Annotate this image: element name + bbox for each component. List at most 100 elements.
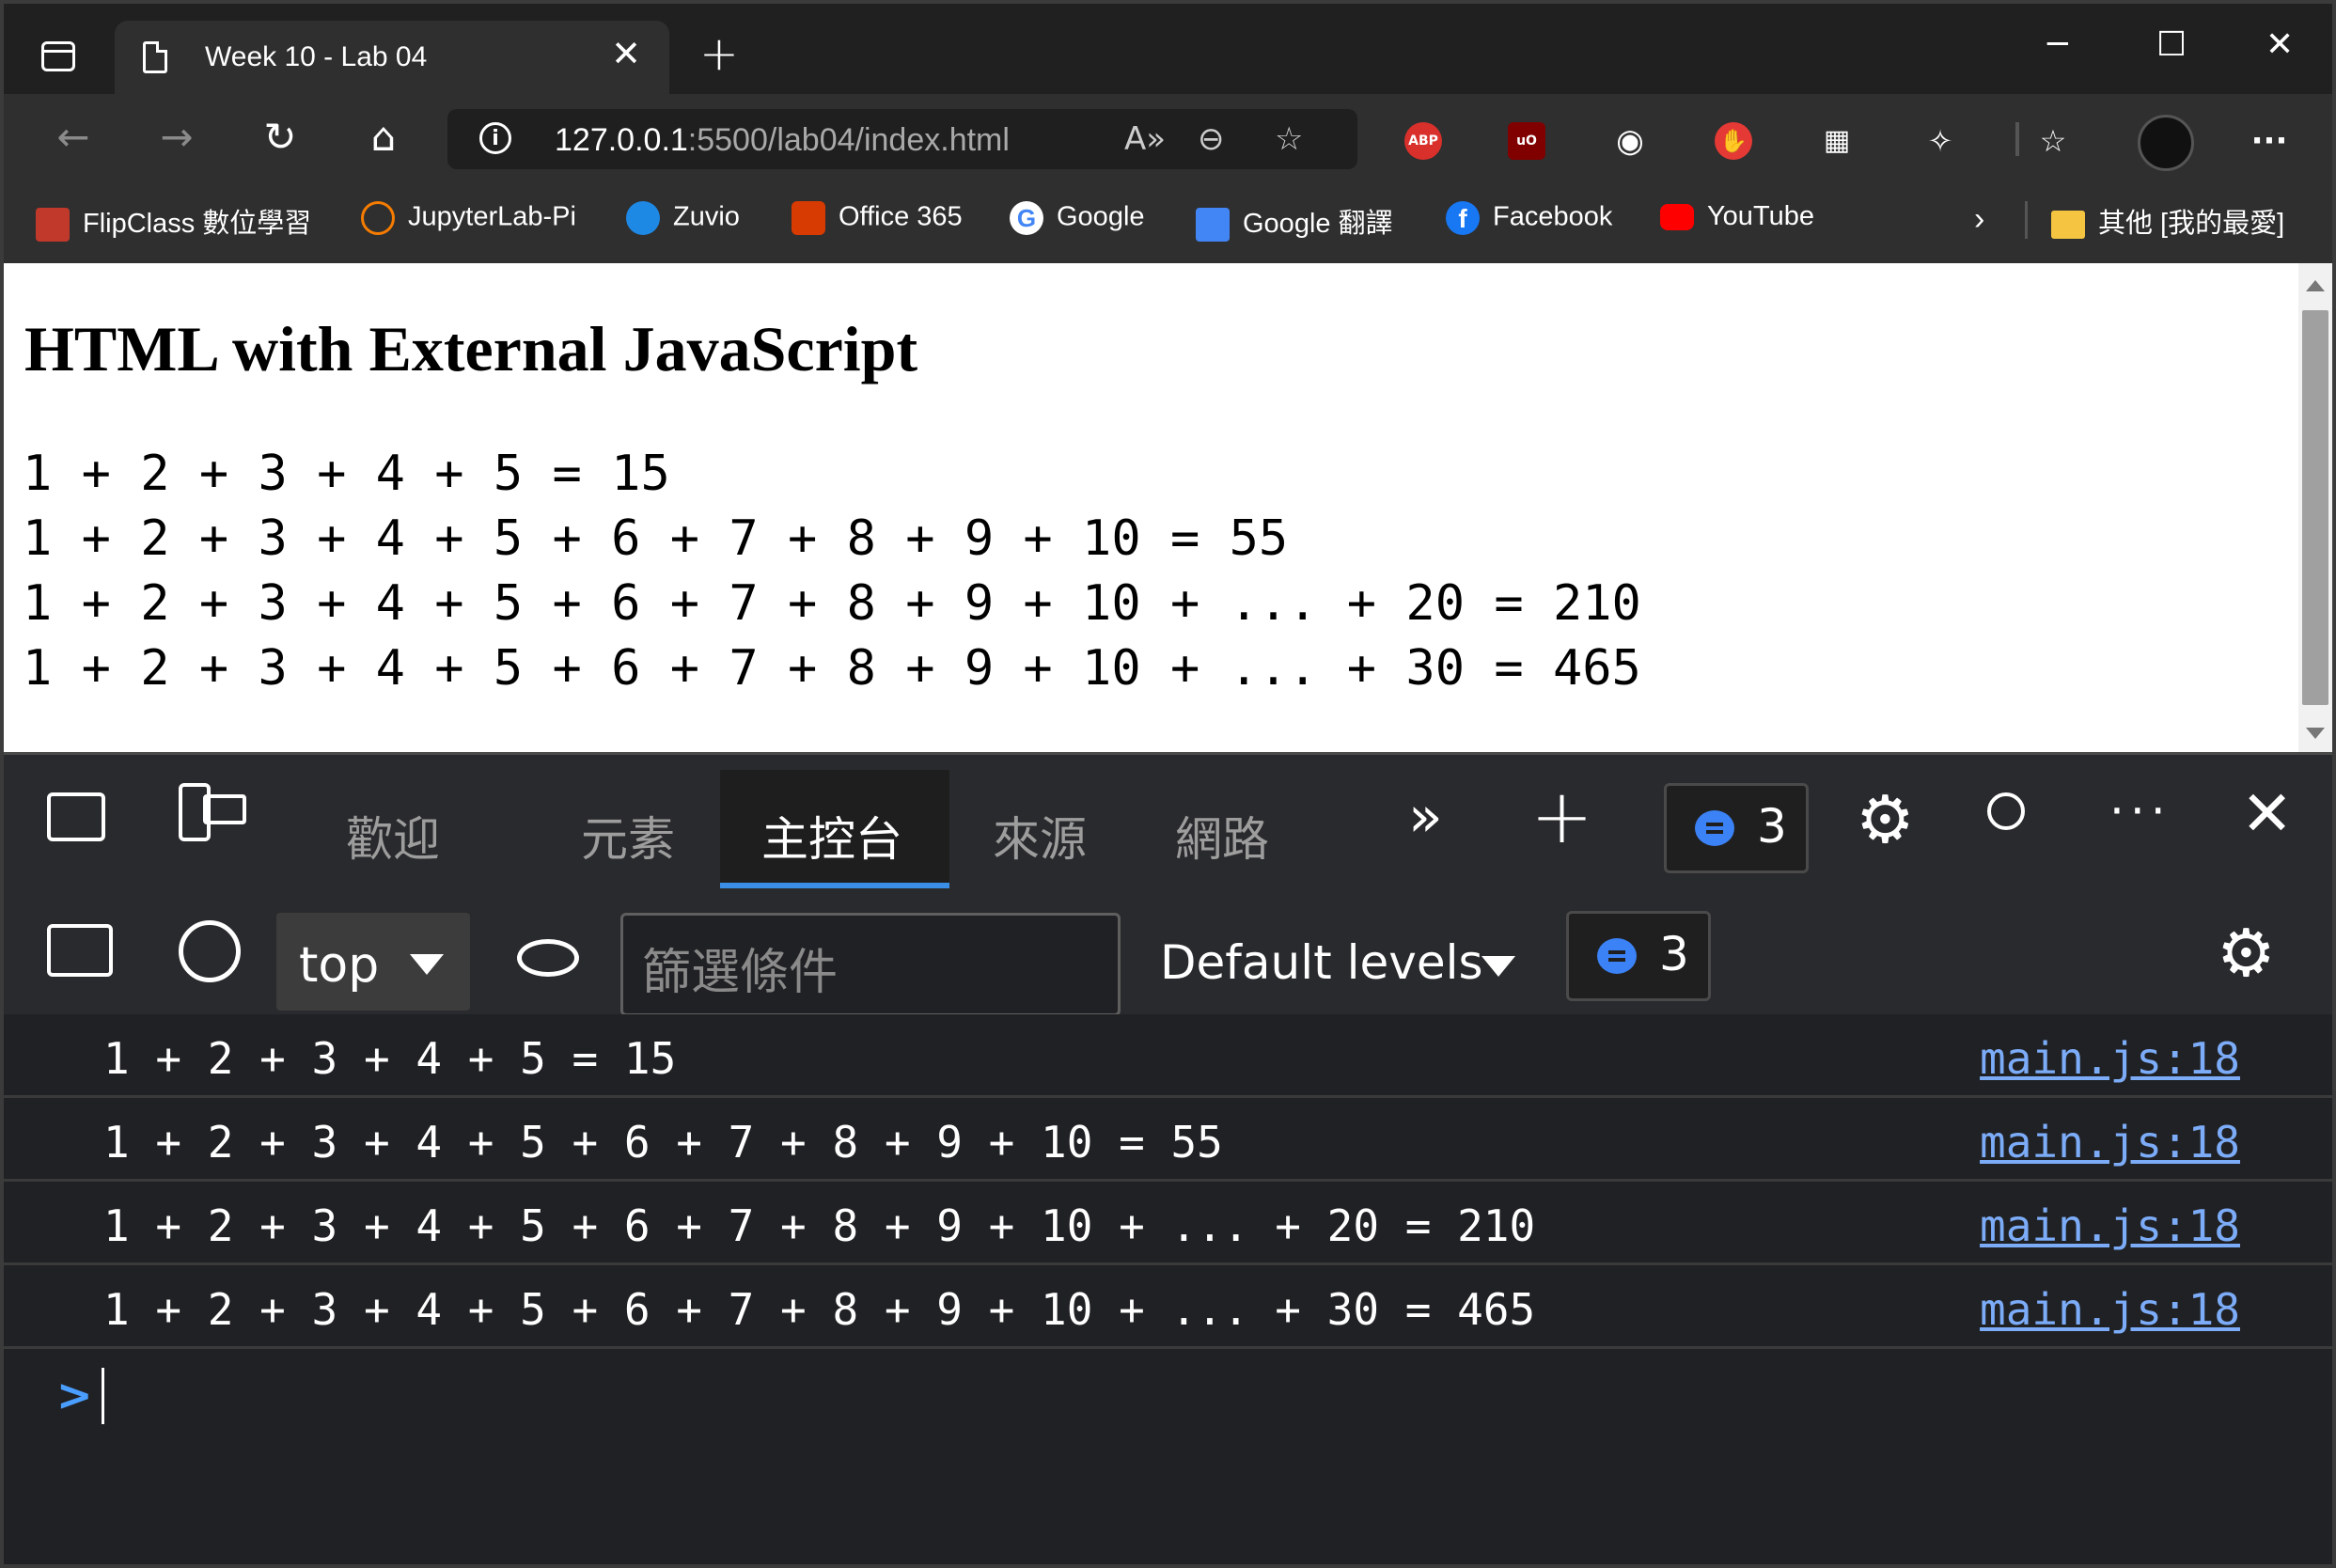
back-icon[interactable]: ←: [51, 115, 96, 160]
navigation-toolbar: ← → ↻ ⌂ i 127.0.0.1:5500/lab04/index.htm…: [4, 94, 2332, 180]
refresh-icon[interactable]: ↻: [258, 115, 303, 160]
page-output: 1 + 2 + 3 + 4 + 5 = 15 1 + 2 + 3 + 4 + 5…: [23, 442, 1641, 701]
tab-welcome[interactable]: 歡迎: [346, 802, 440, 870]
devtools-panel: 歡迎 元素 主控台 來源 網路 » + 3 ⚙ ··· ✕ top 篩選條件 D…: [4, 752, 2332, 1564]
console-output: 1 + 2 + 3 + 4 + 5 = 15 main.js:18 1 + 2 …: [4, 1014, 2332, 1564]
new-tab-icon[interactable]: +: [699, 30, 739, 77]
tab-sources[interactable]: 來源: [993, 802, 1087, 870]
site-info-icon[interactable]: i: [479, 122, 511, 154]
tab-console[interactable]: 主控台: [761, 802, 902, 870]
browser-window: Week 10 - Lab 04 ✕ + ─ ☐ ✕ ← → ↻ ⌂ i 127…: [4, 4, 2332, 1564]
jupyter-icon: [361, 201, 395, 235]
tab-actions-icon[interactable]: [41, 41, 75, 71]
close-devtools-icon[interactable]: ✕: [2241, 783, 2293, 845]
bookmark-google[interactable]: G Google: [1010, 201, 1145, 235]
console-input[interactable]: [102, 1368, 104, 1424]
page-heading: HTML with External JavaScript: [24, 313, 918, 384]
bookmarks-bar: FlipClass 數位學習 JupyterLab-Pi Zuvio Offic…: [4, 180, 2332, 265]
bookmark-youtube[interactable]: YouTube: [1660, 201, 1814, 232]
more-tabs-icon[interactable]: »: [1408, 789, 1443, 845]
page-line: 1 + 2 + 3 + 4 + 5 + 6 + 7 + 8 + 9 + 10 +…: [23, 640, 1641, 697]
google-icon: G: [1010, 201, 1043, 235]
tab-elements[interactable]: 元素: [581, 802, 675, 870]
messages-badge[interactable]: 3: [1566, 911, 1711, 1001]
context-value: top: [299, 937, 380, 994]
feedback-icon[interactable]: [1987, 792, 2025, 830]
source-link[interactable]: main.js:18: [1980, 1033, 2240, 1084]
console-prompt-icon: >: [56, 1370, 93, 1420]
chevron-down-icon: [410, 954, 444, 975]
zuvio-icon: [626, 201, 660, 235]
page-line: 1 + 2 + 3 + 4 + 5 + 6 + 7 + 8 + 9 + 10 +…: [23, 575, 1641, 632]
source-link[interactable]: main.js:18: [1980, 1200, 2240, 1251]
show-sidebar-icon[interactable]: [47, 924, 113, 977]
home-icon[interactable]: ⌂: [361, 115, 406, 160]
console-row: 1 + 2 + 3 + 4 + 5 = 15 main.js:18: [4, 1014, 2332, 1098]
url-text[interactable]: 127.0.0.1:5500/lab04/index.html: [555, 122, 1010, 159]
inspect-element-icon[interactable]: [47, 792, 105, 841]
clear-console-icon[interactable]: [179, 920, 241, 982]
live-expression-eye-icon[interactable]: [517, 939, 579, 977]
title-bar: Week 10 - Lab 04 ✕ + ─ ☐ ✕: [4, 4, 2332, 94]
console-toolbar: top 篩選條件 Default levels 3 ⚙: [4, 888, 2332, 1017]
scroll-up-icon[interactable]: [2306, 280, 2325, 291]
qr-code-icon[interactable]: ▦: [1818, 122, 1856, 160]
other-favorites-folder[interactable]: 其他 [我的最愛]: [2051, 201, 2284, 241]
tab-close-icon[interactable]: ✕: [611, 36, 641, 71]
zoom-icon[interactable]: ⊖: [1198, 120, 1225, 158]
folder-icon: [2051, 211, 2085, 240]
address-bar[interactable]: i 127.0.0.1:5500/lab04/index.html A» ⊖ ☆: [447, 109, 1357, 169]
bookmark-divider: [2025, 201, 2028, 239]
favorites-icon[interactable]: ☆: [2034, 122, 2072, 160]
message-bubble-icon: [1695, 810, 1734, 846]
log-levels-dropdown[interactable]: Default levels: [1160, 935, 1483, 990]
more-menu-icon[interactable]: ···: [2250, 122, 2288, 160]
bookmark-google-translate[interactable]: Google 翻譯: [1196, 201, 1393, 243]
page-viewport: HTML with External JavaScript 1 + 2 + 3 …: [4, 263, 2332, 752]
source-link[interactable]: main.js:18: [1980, 1284, 2240, 1335]
context-select[interactable]: top: [276, 913, 470, 1011]
device-screen-icon: [203, 794, 246, 824]
message-bubble-icon: [1597, 938, 1637, 974]
filter-input[interactable]: 篩選條件: [620, 913, 1121, 1016]
scroll-down-icon[interactable]: [2306, 728, 2325, 739]
adblock-plus-icon[interactable]: ABP: [1404, 122, 1442, 160]
chevron-down-icon[interactable]: [1482, 956, 1515, 977]
toolbar-divider: [2015, 122, 2019, 156]
tab-network[interactable]: 網路: [1175, 802, 1269, 870]
scroll-thumb[interactable]: [2302, 310, 2328, 705]
source-link[interactable]: main.js:18: [1980, 1117, 2240, 1168]
add-tab-icon[interactable]: +: [1530, 779, 1593, 855]
bookmark-jupyterlab[interactable]: JupyterLab-Pi: [361, 201, 576, 235]
tab-title: Week 10 - Lab 04: [205, 41, 428, 72]
browser-tab[interactable]: Week 10 - Lab 04 ✕: [115, 21, 669, 94]
page-scrollbar[interactable]: [2298, 263, 2332, 752]
devtools-tab-bar: 歡迎 元素 主控台 來源 網路 » + 3 ⚙ ··· ✕: [4, 755, 2332, 888]
settings-gear-icon[interactable]: ⚙: [1856, 787, 1915, 853]
favorite-add-icon[interactable]: ☆: [1275, 120, 1303, 158]
minimize-button[interactable]: ─: [2047, 26, 2068, 64]
console-row: 1 + 2 + 3 + 4 + 5 + 6 + 7 + 8 + 9 + 10 +…: [4, 1182, 2332, 1265]
console-row: 1 + 2 + 3 + 4 + 5 + 6 + 7 + 8 + 9 + 10 =…: [4, 1098, 2332, 1182]
read-aloud-icon[interactable]: A»: [1124, 120, 1166, 158]
bookmark-flipclass[interactable]: FlipClass 數位學習: [36, 201, 311, 243]
ublock-icon[interactable]: uO: [1508, 122, 1545, 160]
stop-hand-icon[interactable]: ✋: [1715, 122, 1752, 160]
close-window-button[interactable]: ✕: [2265, 26, 2294, 64]
bookmark-office365[interactable]: Office 365: [792, 201, 963, 235]
profile-avatar[interactable]: [2138, 115, 2194, 171]
extensions-icon[interactable]: ✧: [1921, 122, 1959, 160]
forward-icon[interactable]: →: [154, 115, 199, 160]
bookmark-facebook[interactable]: f Facebook: [1446, 201, 1612, 235]
podcast-icon[interactable]: ◉: [1611, 122, 1649, 160]
maximize-button[interactable]: ☐: [2156, 26, 2187, 64]
issues-badge[interactable]: 3: [1664, 783, 1809, 873]
console-message: 1 + 2 + 3 + 4 + 5 + 6 + 7 + 8 + 9 + 10 +…: [103, 1284, 1536, 1335]
bookmark-zuvio[interactable]: Zuvio: [626, 201, 740, 235]
more-options-icon[interactable]: ···: [2109, 788, 2171, 835]
console-message: 1 + 2 + 3 + 4 + 5 + 6 + 7 + 8 + 9 + 10 =…: [103, 1117, 1223, 1168]
office-icon: [792, 201, 825, 235]
console-message: 1 + 2 + 3 + 4 + 5 = 15: [103, 1033, 677, 1084]
console-settings-gear-icon[interactable]: ⚙: [2217, 920, 2276, 986]
chevron-right-icon[interactable]: ›: [1974, 201, 1984, 238]
